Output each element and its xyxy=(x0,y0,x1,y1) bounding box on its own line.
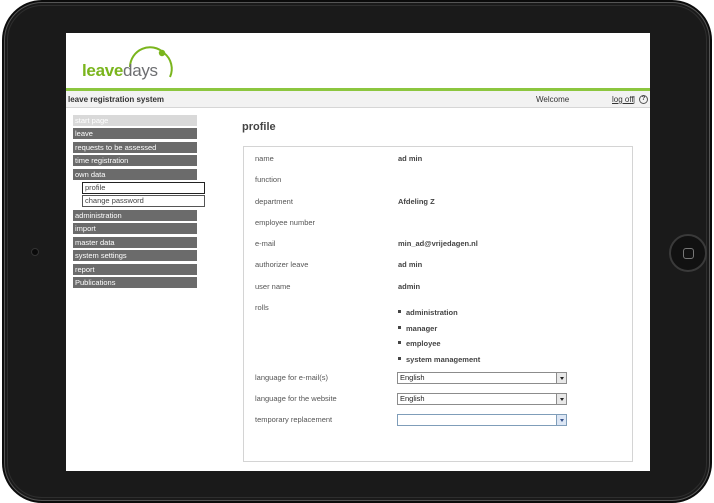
home-square-icon xyxy=(682,247,694,259)
list-item: system management xyxy=(398,355,480,371)
field-value: ad min xyxy=(398,260,423,269)
page-title: profile xyxy=(242,121,276,133)
logo-leave-text: leave xyxy=(82,61,124,80)
logo-days-text: days xyxy=(123,61,158,80)
field-value: admin xyxy=(398,282,421,291)
list-item: administration xyxy=(398,308,480,324)
field-value: Afdeling Z xyxy=(398,197,435,206)
sidebar-item-master-data[interactable]: master data xyxy=(73,236,197,248)
field-label: name xyxy=(255,154,274,163)
chevron-down-icon xyxy=(556,394,566,404)
language-email-select[interactable]: English xyxy=(397,372,567,384)
field-label: user name xyxy=(255,282,291,291)
screen: leavedays leave registration system Welc… xyxy=(66,33,650,471)
sidebar-item-report[interactable]: report xyxy=(73,263,197,275)
header-separator: | xyxy=(633,95,636,104)
list-item: employee xyxy=(398,339,480,355)
field-label: language for e-mail(s) xyxy=(255,373,328,382)
field-label: authorizer leave xyxy=(255,260,309,269)
sidebar-item-publications[interactable]: Publications xyxy=(73,276,197,288)
subheader-bar: leave registration system Welcome log of… xyxy=(66,91,650,108)
sidebar-subitem-change-password[interactable]: change password xyxy=(82,194,205,207)
sidebar-item-start-page[interactable]: start page xyxy=(73,115,197,126)
logo[interactable]: leavedays xyxy=(82,45,182,85)
language-website-select[interactable]: English xyxy=(397,393,567,405)
field-label: rolls xyxy=(255,303,269,312)
sidebar-item-time-registration[interactable]: time registration xyxy=(73,155,197,167)
field-value: ad min xyxy=(398,154,423,163)
sidebar-item-system-settings[interactable]: system settings xyxy=(73,250,197,262)
welcome-text: Welcome xyxy=(536,95,570,104)
field-label: department xyxy=(255,197,293,206)
help-icon[interactable]: ? xyxy=(639,95,648,104)
field-label: employee number xyxy=(255,218,316,227)
logo-text: leavedays xyxy=(82,61,158,81)
field-label: temporary replacement xyxy=(255,415,333,424)
chevron-down-icon xyxy=(556,415,566,425)
app-name: leave registration system xyxy=(68,95,165,104)
select-value: English xyxy=(400,394,425,403)
sidebar-subitem-profile[interactable]: profile xyxy=(82,181,205,194)
field-value: min_ad@vrijedagen.nl xyxy=(398,239,478,248)
home-button[interactable] xyxy=(669,234,707,272)
field-label: function xyxy=(255,175,282,184)
temporary-replacement-select[interactable] xyxy=(397,414,567,426)
field-label: language for the website xyxy=(255,394,337,403)
select-value: English xyxy=(400,373,425,382)
sidebar-item-requests-to-be-assessed[interactable]: requests to be assessed xyxy=(73,141,197,153)
sidebar-item-import[interactable]: import xyxy=(73,223,197,235)
logoff-link[interactable]: log off xyxy=(612,91,634,108)
header: leavedays xyxy=(66,33,650,91)
sidebar-item-own-data[interactable]: own data xyxy=(73,168,197,180)
camera-icon xyxy=(31,248,39,256)
sidebar-nav: start page leave requests to be assessed… xyxy=(73,115,207,290)
rolls-list: administration manager employee system m… xyxy=(398,308,480,370)
chevron-down-icon xyxy=(556,373,566,383)
profile-panel: name ad min function department Afdeling… xyxy=(243,146,633,462)
sidebar-item-leave[interactable]: leave xyxy=(73,128,197,140)
list-item: manager xyxy=(398,324,480,340)
field-label: e-mail xyxy=(255,239,276,248)
sidebar-item-administration[interactable]: administration xyxy=(73,209,197,221)
